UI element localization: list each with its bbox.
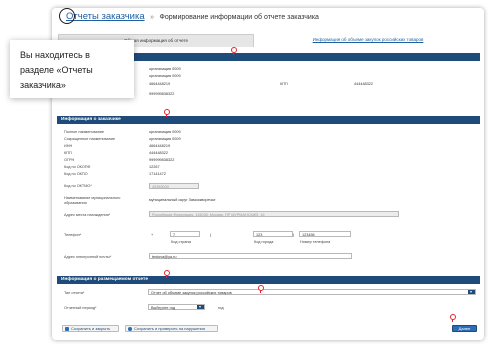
field-label: Код по ОКПО [64,172,88,176]
field-value: 4664448219 [149,144,171,148]
marker-pin-icon [231,47,237,55]
chevron-down-icon [468,290,475,294]
field-value: 999999838322 [149,158,175,162]
save-icon [65,327,69,331]
placed-report-kpp: 444448322 [354,82,374,86]
save-check-label: Сохранить и проверить на нарушения [134,326,205,331]
phone-city-code-label: Код города [254,240,274,244]
field-label: Полное наименование [64,130,105,134]
report-type-select[interactable]: Отчет об объеме закупок российских товар… [148,289,476,295]
phone-close-paren: ) [293,233,295,237]
phone-country-code-input[interactable]: 7 [170,231,200,237]
highlight-circle [59,8,75,24]
marker-pin-icon [164,109,170,117]
field-label: Код по ОКОПФ [64,165,91,169]
oktmo-label: Код по ОКТМО* [64,184,92,188]
phone-city-code-input[interactable]: 123 [253,231,293,237]
marker-pin-icon [258,285,264,293]
field-label: КПП [64,151,72,155]
report-year-suffix: год [218,306,224,310]
save-close-label: Сохранить и закрыть [71,326,111,331]
placed-report-kpp-label: КПП [280,82,288,86]
section-customer-info-header: Информация о заказчике [57,116,480,124]
save-close-button[interactable]: Сохранить и закрыть [62,325,119,332]
phone-open-paren: ( [210,233,212,237]
phone-number-input[interactable]: 123456 [299,231,351,237]
field-value: 12267 [149,165,160,169]
placed-report-ogrn: 999999838322 [149,92,175,96]
breadcrumb-separator: » [150,14,155,21]
placed-report-line1: организация 0009 [149,67,181,71]
phone-label: Телефон* [64,233,82,237]
section-placing-info-header: Информация о размещаемом отчете [57,276,480,284]
field-value: 17141472 [149,172,166,176]
municipal-value: муниципальный округ Замоскворечье [149,198,216,202]
report-period-value: Выберите год [151,306,176,310]
email-input[interactable]: testova@ya.ru [149,253,352,259]
placed-report-line2: организация 0009 [149,74,181,78]
report-type-label: Тип отчета* [64,291,85,295]
phone-plus: + [151,233,154,237]
chevron-down-icon [197,305,204,309]
next-button[interactable]: Далее [452,325,477,332]
report-period-label: Отчетный период* [64,306,97,310]
marker-pin-icon [450,314,456,322]
field-value: 444448322 [149,151,169,155]
field-value: организация 0009 [149,130,181,134]
tab-russian-goods-volume[interactable]: Информация об объеме закупок российских … [256,34,480,46]
info-icon [128,327,132,331]
field-label: ИНН [64,144,73,148]
breadcrumb-home-link[interactable]: Отчеты заказчика [66,11,145,22]
save-check-button[interactable]: Сохранить и проверить на нарушения [125,325,218,332]
address-label: Адрес места нахождения* [64,213,111,217]
phone-number-label: Номер телефона [300,240,331,244]
address-input[interactable]: Российская Федерация, 115035, Москва, ПР… [149,211,399,217]
field-label: ОГРН [64,158,75,162]
report-type-value: Отчет об объеме закупок российских товар… [151,291,232,295]
field-label: Сокращенное наименование [64,137,116,141]
oktmo-input[interactable]: 45383000 [149,183,199,189]
phone-country-code-label: Код страны [171,240,192,244]
placed-report-inn: 4664448219 [149,82,171,86]
marker-pin-icon [164,270,170,278]
breadcrumb: Отчеты заказчика » Формирование информац… [66,11,319,22]
report-period-select[interactable]: Выберите год [148,304,205,310]
email-label: Адрес электронной почты* [64,255,112,259]
hint-callout: Вы находитесь в разделе «Отчеты заказчик… [10,40,134,98]
municipal-label: Наименование муниципального образования [64,196,121,205]
field-value: организация 0009 [149,137,181,141]
breadcrumb-current: Формирование информации об отчете заказч… [159,14,319,21]
